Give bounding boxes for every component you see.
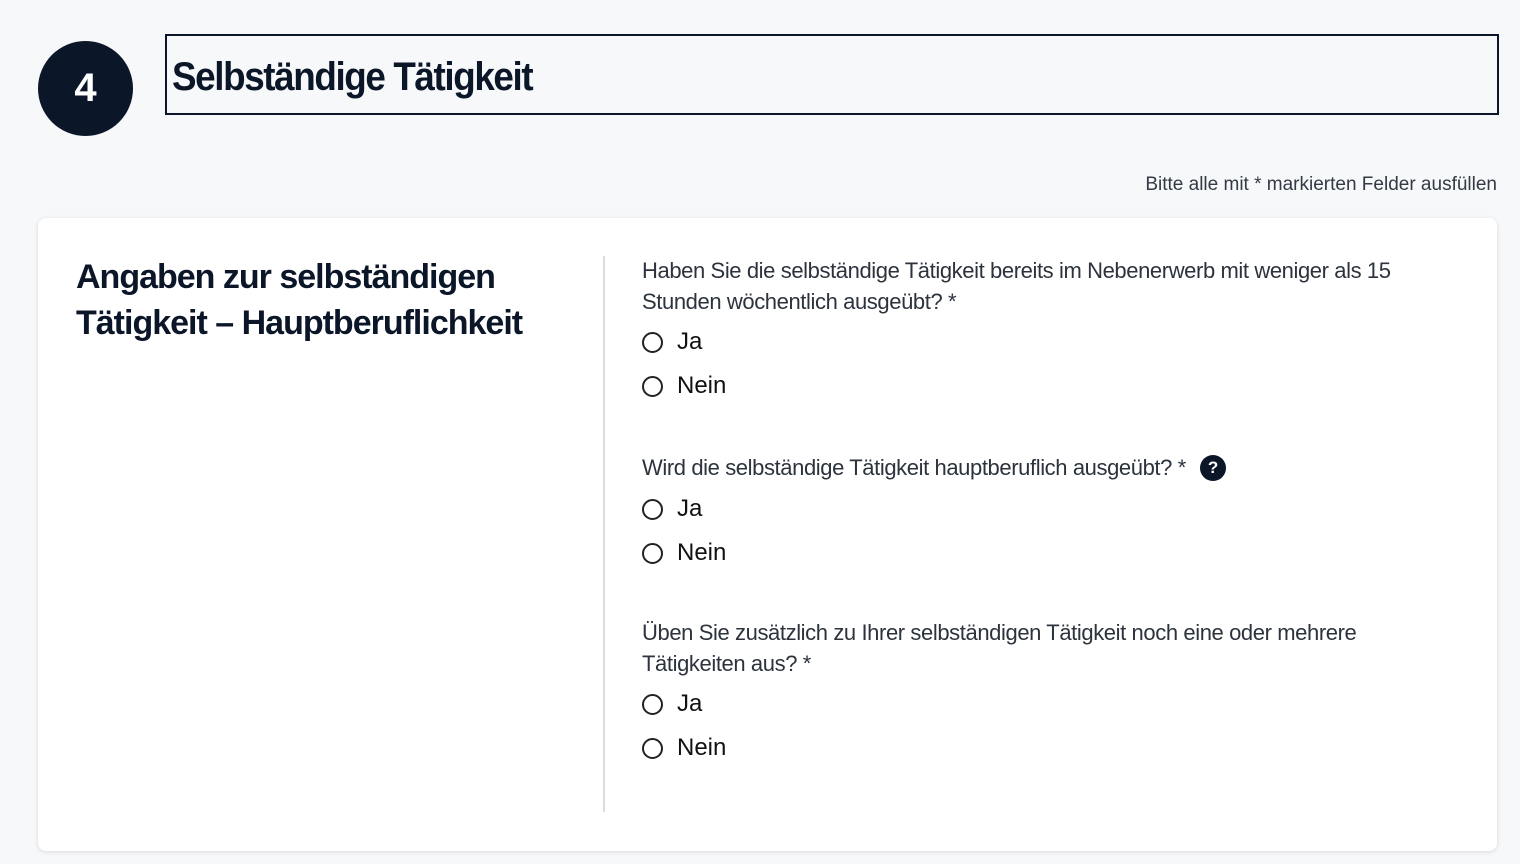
radio-button[interactable] [642, 375, 663, 397]
radio-label[interactable]: Ja [677, 328, 702, 356]
radio-group: Ja Nein [642, 487, 1462, 575]
radio-group: Ja Nein [642, 682, 1462, 770]
question-text-row: Wird die selbständige Tätigkeit hauptber… [642, 452, 1462, 483]
radio-option-ja[interactable]: Ja [642, 320, 1462, 364]
radio-button[interactable] [642, 542, 663, 564]
radio-label[interactable]: Ja [677, 690, 702, 718]
question-weitere-taetigkeiten: Üben Sie zusätzlich zu Ihrer selbständig… [642, 617, 1462, 770]
radio-option-ja[interactable]: Ja [642, 682, 1462, 726]
step-number-badge: 4 [38, 41, 133, 136]
radio-label[interactable]: Nein [677, 539, 726, 567]
page-title-box: Selbständige Tätigkeit [165, 34, 1499, 115]
column-divider [603, 256, 605, 812]
radio-label[interactable]: Ja [677, 495, 702, 523]
step-number: 4 [74, 66, 97, 110]
question-hauptberuflich: Wird die selbständige Tätigkeit hauptber… [642, 452, 1462, 575]
question-text: Üben Sie zusätzlich zu Ihrer selbständig… [642, 620, 1357, 676]
question-nebenerwerb: Haben Sie die selbständige Tätigkeit ber… [642, 255, 1462, 408]
help-icon[interactable]: ? [1199, 454, 1226, 481]
radio-option-nein[interactable]: Nein [642, 531, 1462, 575]
question-text: Wird die selbständige Tätigkeit hauptber… [642, 455, 1186, 480]
radio-option-nein[interactable]: Nein [642, 726, 1462, 770]
required-fields-note: Bitte alle mit * markierten Felder ausfü… [1145, 174, 1497, 195]
radio-label[interactable]: Nein [677, 734, 726, 762]
radio-button[interactable] [642, 693, 663, 715]
radio-option-ja[interactable]: Ja [642, 487, 1462, 531]
radio-button[interactable] [642, 737, 663, 759]
form-card: Angaben zur selbständigen Tätigkeit – Ha… [38, 218, 1497, 851]
radio-label[interactable]: Nein [677, 372, 726, 400]
radio-button[interactable] [642, 331, 663, 353]
radio-button[interactable] [642, 498, 663, 520]
section-heading: Angaben zur selbständigen Tätigkeit – Ha… [76, 258, 523, 342]
page-title: Selbständige Tätigkeit [172, 55, 534, 99]
question-text: Haben Sie die selbständige Tätigkeit ber… [642, 258, 1391, 314]
radio-group: Ja Nein [642, 320, 1462, 408]
radio-option-nein[interactable]: Nein [642, 364, 1462, 408]
